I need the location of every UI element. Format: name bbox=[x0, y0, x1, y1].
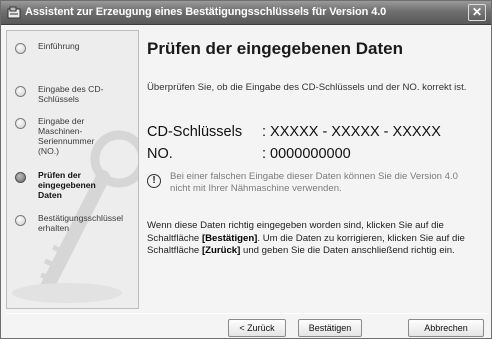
step-indicator bbox=[15, 86, 26, 97]
step-label: Einführung bbox=[38, 41, 80, 51]
back-button[interactable]: < Zurück bbox=[228, 319, 286, 337]
confirm-button[interactable]: Bestätigen bbox=[298, 319, 362, 337]
step-label: Eingabe der Maschinen-Seriennummer (NO.) bbox=[38, 116, 95, 156]
page-title: Prüfen der eingegebenen Daten bbox=[147, 39, 403, 58]
cd-key-value: : XXXXX - XXXXX - XXXXX bbox=[262, 124, 441, 140]
cd-key-row: CD-Schlüssels : XXXXX - XXXXX - XXXXX bbox=[147, 124, 441, 140]
confirm-reference: [Bestätigen] bbox=[201, 232, 258, 244]
cancel-button[interactable]: Abbrechen bbox=[408, 319, 484, 337]
serial-number-label: NO. bbox=[147, 146, 173, 162]
steps-sidebar: Einführung Eingabe des CD-Schlüssels Ein… bbox=[6, 30, 139, 309]
warning-text: Bei einer falschen Eingabe dieser Daten … bbox=[170, 171, 459, 194]
step-verify-data: Prüfen der eingegebenen Daten bbox=[15, 170, 104, 200]
step-indicator-active bbox=[15, 172, 26, 183]
warning-icon: ! bbox=[147, 174, 161, 188]
title-bar[interactable]: Assistent zur Erzeugung eines Bestätigun… bbox=[1, 1, 491, 25]
serial-number-value: : 0000000000 bbox=[262, 146, 351, 162]
app-icon bbox=[7, 6, 21, 19]
instructions-part-3: und geben Sie die Daten anschließend ric… bbox=[240, 245, 455, 256]
step-indicator bbox=[15, 43, 26, 54]
back-reference: [Zurück] bbox=[201, 245, 241, 256]
step-label: Prüfen der eingegebenen Daten bbox=[38, 170, 96, 200]
instructions-text: Wenn diese Daten richtig eingegeben word… bbox=[147, 220, 487, 258]
serial-number-row: NO. : 0000000000 bbox=[147, 146, 351, 162]
step-introduction: Einführung bbox=[15, 41, 80, 54]
intro-text: Überprüfen Sie, ob die Eingabe des CD-Sc… bbox=[147, 82, 467, 93]
step-indicator bbox=[15, 215, 26, 226]
step-serial-number: Eingabe der Maschinen-Seriennummer (NO.) bbox=[15, 116, 100, 156]
footer-divider bbox=[6, 313, 488, 314]
step-label: Bestätigungsschlüssel erhalten bbox=[38, 213, 124, 233]
step-cd-key: Eingabe des CD-Schlüssels bbox=[15, 84, 110, 104]
step-indicator bbox=[15, 118, 26, 129]
window-title: Assistent zur Erzeugung eines Bestätigun… bbox=[25, 6, 387, 18]
close-button[interactable]: ✕ bbox=[468, 4, 486, 21]
wizard-window: Assistent zur Erzeugung eines Bestätigun… bbox=[0, 0, 492, 339]
cd-key-label: CD-Schlüssels bbox=[147, 124, 243, 140]
step-get-confirmation-key: Bestätigungsschlüssel erhalten bbox=[15, 213, 124, 233]
step-label: Eingabe des CD-Schlüssels bbox=[38, 84, 104, 104]
